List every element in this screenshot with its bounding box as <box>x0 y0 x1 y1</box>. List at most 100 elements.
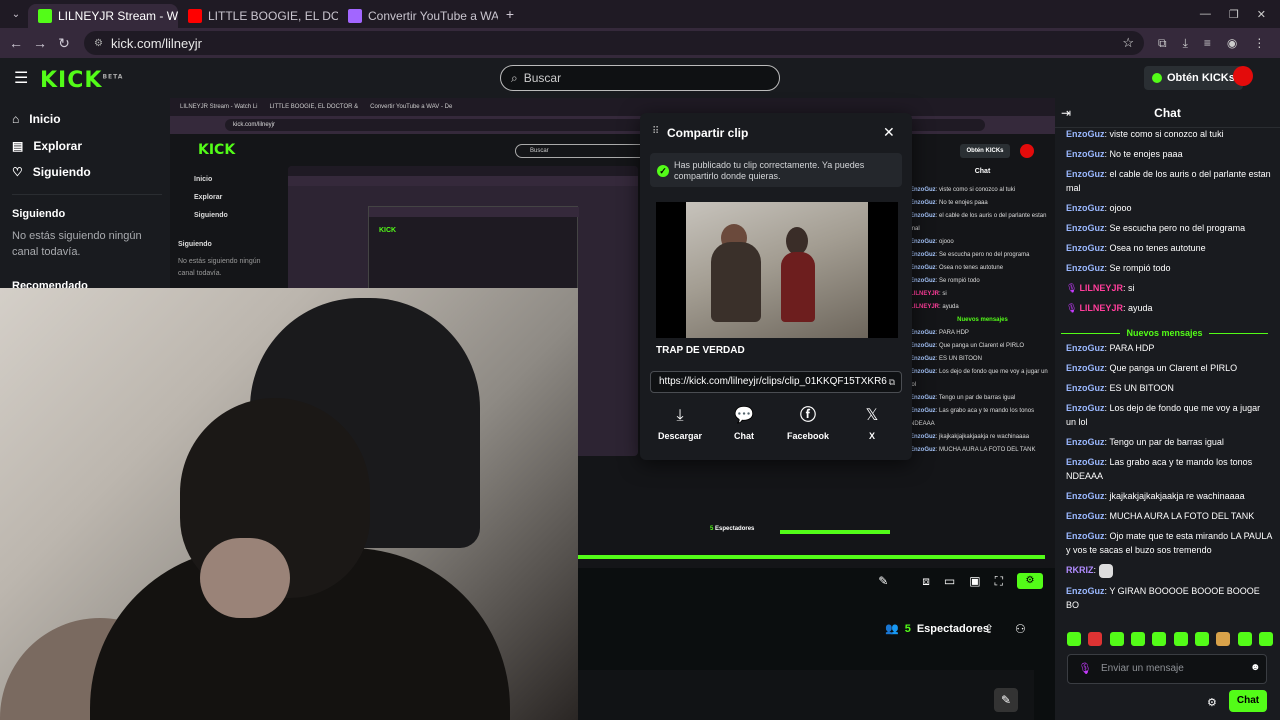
reload-icon[interactable]: ↻ <box>52 35 76 52</box>
site-info-icon[interactable]: ⚙ <box>94 38 103 49</box>
clip-thumbnail[interactable] <box>656 202 898 338</box>
chat-username[interactable]: EnzoGuz <box>1066 511 1105 521</box>
browser-tab-youtube[interactable]: LITTLE BOOGIE, EL DOCTOR & ✕ <box>178 4 338 28</box>
chat-username[interactable]: EnzoGuz <box>1066 243 1105 253</box>
chat-message-input[interactable]: 🎙 Enviar un mensaje ☻ <box>1067 654 1267 684</box>
chat-username[interactable]: RKRIZ <box>1066 565 1094 575</box>
sidebar-item-explorar[interactable]: ▤ Explorar <box>12 139 82 153</box>
forward-icon[interactable]: → <box>28 35 52 51</box>
browser-tab-kick[interactable]: LILNEYJR Stream - Watch Li ✕ <box>28 4 178 28</box>
share-icon[interactable]: ⇪ <box>984 622 994 636</box>
captured-chat-text: ojooo <box>939 239 954 245</box>
search-input[interactable]: ⌕ Buscar <box>500 65 780 91</box>
back-icon[interactable]: ← <box>4 35 28 51</box>
chat-username[interactable]: EnzoGuz <box>1066 491 1105 501</box>
sidebar-item-inicio[interactable]: ⌂ Inicio <box>12 112 61 126</box>
chat-username[interactable]: EnzoGuz <box>1066 343 1105 353</box>
pencil-icon[interactable]: ✎ <box>878 574 888 588</box>
chat-username[interactable]: EnzoGuz <box>1066 129 1105 139</box>
tab-search-icon[interactable]: ⌄ <box>4 9 28 20</box>
drag-handle-icon[interactable]: ⠿ <box>652 126 659 137</box>
captured-following-empty: No estás siguiendo ningún canal todavía. <box>178 258 261 277</box>
chat-username[interactable]: EnzoGuz <box>1066 363 1105 373</box>
chat-username[interactable]: EnzoGuz <box>1066 383 1105 393</box>
chat-username[interactable]: EnzoGuz <box>1066 437 1105 447</box>
captured-chat-text: MUCHA AURA LA FOTO DEL TANK <box>939 447 1036 453</box>
share-download-button[interactable]: ⤓ Descargar <box>650 405 710 449</box>
theater-icon[interactable]: ▣ <box>969 574 980 588</box>
bookmark-star-icon[interactable]: ☆ <box>1122 35 1134 51</box>
share-chat-button[interactable]: 💬 Chat <box>714 405 774 449</box>
chat-username[interactable]: EnzoGuz <box>1066 149 1105 159</box>
player-progress-bar[interactable] <box>578 555 1045 559</box>
new-tab-icon[interactable]: + <box>498 6 522 22</box>
copy-icon[interactable]: ⧉ <box>886 372 895 392</box>
emote-icon[interactable] <box>1237 632 1252 646</box>
settings-icon[interactable]: ⚙ <box>1017 573 1043 589</box>
sidebar-item-siguiendo[interactable]: ♡ Siguiendo <box>12 165 91 179</box>
chat-username[interactable]: EnzoGuz <box>1066 403 1105 413</box>
captured-new-messages: Nuevos mensajes <box>957 317 1008 323</box>
share-facebook-button[interactable]: ⓕ Facebook <box>778 405 838 449</box>
emote-icon[interactable] <box>1088 632 1103 646</box>
viewer-count: 👥 5 Espectadores <box>885 622 989 636</box>
emote-icon[interactable] <box>1152 632 1167 646</box>
fullscreen-icon[interactable]: ⛶ <box>995 574 1003 589</box>
chat-send-button[interactable]: Chat <box>1229 690 1267 712</box>
browser-tab-converter[interactable]: Convertir YouTube a WAV - De ✕ <box>338 4 498 28</box>
close-icon[interactable]: ✕ <box>883 124 895 141</box>
viewers-label: Espectadores <box>916 622 989 635</box>
search-placeholder: Buscar <box>523 71 562 85</box>
emoji-picker-icon[interactable]: ☻ <box>1250 662 1261 673</box>
hamburger-menu-icon[interactable]: ☰ <box>14 68 28 88</box>
user-avatar[interactable] <box>1233 66 1253 86</box>
chat-username[interactable]: EnzoGuz <box>1066 531 1105 541</box>
emote-icon[interactable] <box>1216 632 1231 646</box>
captured-chat-text: viste como si conozco al tuki <box>939 187 1016 193</box>
emote-icon[interactable] <box>1258 632 1273 646</box>
chat-username[interactable]: EnzoGuz <box>1066 263 1105 273</box>
emote-icon[interactable] <box>1109 632 1124 646</box>
chat-message: EnzoGuz: PARA HDP <box>1066 343 1155 353</box>
emote-icon[interactable] <box>1067 632 1081 646</box>
clip-icon[interactable]: ▭ <box>944 574 955 588</box>
edit-button[interactable]: ✎ <box>994 688 1018 712</box>
chat-text: jkajkakjajkakjaakja re wachinaaaa <box>1109 491 1245 501</box>
extensions-icon[interactable]: ⧉ <box>1158 36 1167 51</box>
chat-message: EnzoGuz: MUCHA AURA LA FOTO DEL TANK <box>1066 511 1255 521</box>
chat-username[interactable]: EnzoGuz <box>1066 203 1105 213</box>
minimize-icon[interactable]: — <box>1200 8 1211 21</box>
download-icon[interactable]: ⤓ <box>1183 36 1188 51</box>
chat-text: ojooo <box>1109 203 1132 213</box>
profile-avatar[interactable]: ◉ <box>1227 36 1237 51</box>
share-x-button[interactable]: 𝕏 X <box>842 405 902 449</box>
address-bar[interactable]: ⚙ kick.com/lilneyjr ☆ <box>84 31 1144 55</box>
chat-username[interactable]: EnzoGuz <box>1066 457 1105 467</box>
chat-username[interactable]: EnzoGuz <box>1066 586 1105 596</box>
user-options-icon[interactable]: ⚇ <box>1015 622 1026 636</box>
captured-chat-user: EnzoGuz <box>910 265 936 271</box>
chat-message: EnzoGuz: Y GIRAN BOOOOE BOOOE BOOOE BO <box>1066 585 1260 610</box>
clip-url-field[interactable]: https://kick.com/lilneyjr/clips/clip_01K… <box>650 371 902 393</box>
chat-username[interactable]: EnzoGuz <box>1066 169 1105 179</box>
kick-logo[interactable]: KICKBETA <box>40 68 123 93</box>
menu-icon[interactable]: ⋮ <box>1253 36 1265 51</box>
emote-icon[interactable] <box>1194 632 1209 646</box>
emote-icon[interactable] <box>1130 632 1145 646</box>
chat-message: EnzoGuz: Se escucha pero no del programa <box>1066 223 1246 233</box>
chat-username[interactable]: EnzoGuz <box>1066 223 1105 233</box>
media-icon[interactable]: ≡ <box>1204 36 1211 51</box>
chat-text: Se rompió todo <box>1109 263 1171 273</box>
get-kicks-button[interactable]: Obtén KICKs <box>1144 66 1243 90</box>
chat-header: ⇥ Chat <box>1055 98 1280 128</box>
chat-text: ES UN BITOON <box>1109 383 1174 393</box>
close-window-icon[interactable]: ✕ <box>1257 8 1266 21</box>
emote-icon[interactable] <box>1173 632 1188 646</box>
captured-chat-title: Chat <box>974 168 991 175</box>
chat-username[interactable]: LILNEYJR <box>1079 303 1123 313</box>
chat-settings-icon[interactable]: ⚙ <box>1207 696 1217 709</box>
restore-icon[interactable]: ❐ <box>1229 8 1239 21</box>
chat-username[interactable]: LILNEYJR <box>1079 283 1123 293</box>
chat-message: EnzoGuz: Las grabo aca y te mando los to… <box>1066 457 1253 481</box>
pip-icon[interactable]: ⧈ <box>922 574 930 589</box>
